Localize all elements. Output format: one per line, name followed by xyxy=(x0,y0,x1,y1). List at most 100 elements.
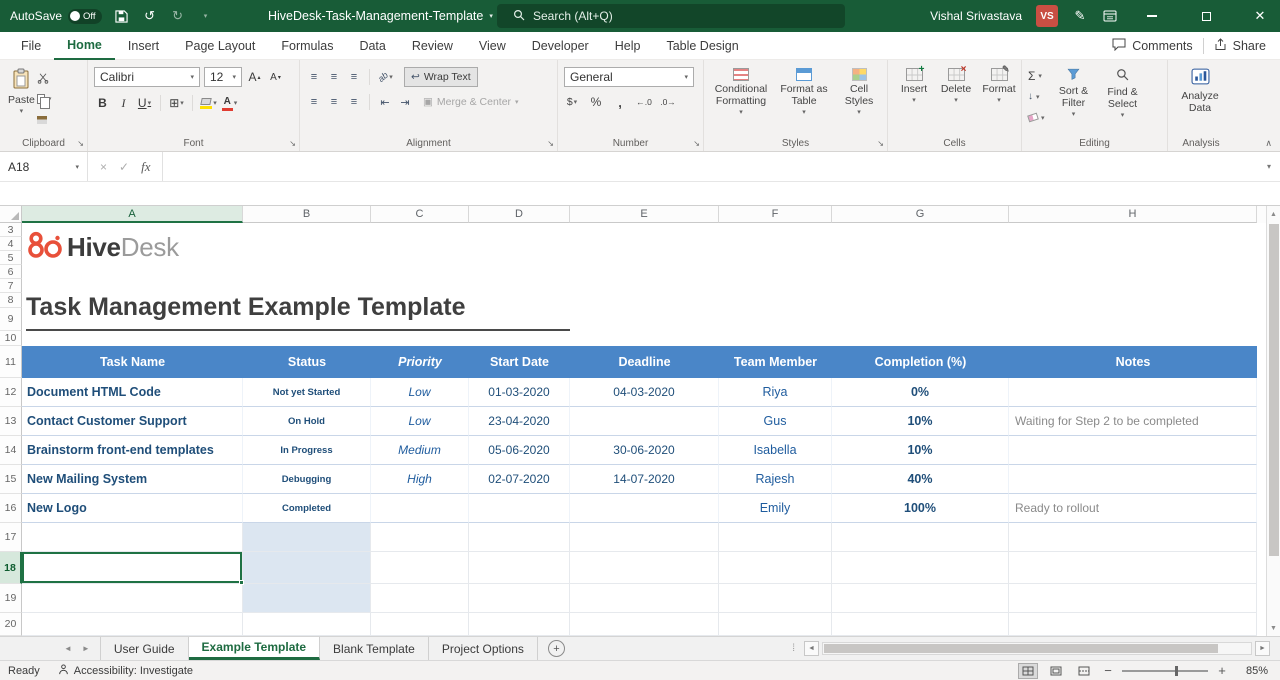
cell-C12[interactable]: Low xyxy=(371,378,469,407)
page-break-view-icon[interactable] xyxy=(1074,663,1094,679)
format-painter-button[interactable] xyxy=(37,112,52,127)
cell-C14[interactable]: Medium xyxy=(371,436,469,465)
cell-B14[interactable]: In Progress xyxy=(243,436,371,465)
user-avatar-badge[interactable]: VS xyxy=(1036,5,1058,27)
underline-button[interactable]: U▾ xyxy=(136,94,153,112)
cell-F18[interactable] xyxy=(719,552,832,584)
clear-button[interactable]: ▾ xyxy=(1028,110,1045,125)
sort-filter-button[interactable]: Sort & Filter ▾ xyxy=(1051,67,1097,120)
ribbon-tab-help[interactable]: Help xyxy=(602,32,654,60)
zoom-level[interactable]: 85% xyxy=(1236,665,1268,677)
expand-formula-bar-icon[interactable]: ▾ xyxy=(1258,152,1280,181)
page-layout-view-icon[interactable] xyxy=(1046,663,1066,679)
undo-icon[interactable]: ↺ xyxy=(142,0,158,32)
align-top-icon[interactable]: ≡ xyxy=(306,71,322,83)
cell-D19[interactable] xyxy=(469,584,570,613)
cancel-entry-icon[interactable]: × xyxy=(100,160,107,174)
percent-style-button[interactable]: % xyxy=(588,94,604,110)
cell-H18[interactable] xyxy=(1009,552,1257,584)
align-middle-icon[interactable]: ≡ xyxy=(326,71,342,83)
fill-button[interactable]: ↓▾ xyxy=(1028,89,1045,104)
redo-icon[interactable]: ↻ xyxy=(170,0,186,32)
cell-D13[interactable]: 23-04-2020 xyxy=(469,407,570,436)
tab-split-handle[interactable]: ⁞ xyxy=(792,643,795,654)
row-header-17[interactable]: 17 xyxy=(0,523,22,552)
row-header-19[interactable]: 19 xyxy=(0,584,22,613)
format-cells-button[interactable]: ✎ Format ▾ xyxy=(978,67,1020,106)
cell-H17[interactable] xyxy=(1009,523,1257,552)
save-icon[interactable] xyxy=(114,0,130,32)
cell-G13[interactable]: 10% xyxy=(832,407,1009,436)
table-header-deadline[interactable]: Deadline xyxy=(570,346,719,378)
cell-E12[interactable]: 04-03-2020 xyxy=(570,378,719,407)
cell-E19[interactable] xyxy=(570,584,719,613)
row-header-3[interactable]: 3 xyxy=(0,223,22,237)
sheet-tab-blank-template[interactable]: Blank Template xyxy=(320,637,429,660)
cell-A16[interactable]: New Logo xyxy=(22,494,243,523)
cell-A12[interactable]: Document HTML Code xyxy=(22,378,243,407)
cell-D18[interactable] xyxy=(469,552,570,584)
cell-B12[interactable]: Not yet Started xyxy=(243,378,371,407)
alignment-dialog-launcher[interactable]: ↘ xyxy=(547,140,554,148)
fill-handle[interactable] xyxy=(239,580,244,585)
cut-button[interactable] xyxy=(37,70,52,85)
align-bottom-icon[interactable]: ≡ xyxy=(346,71,362,83)
cells-row-3[interactable] xyxy=(22,223,1257,237)
cell-B13[interactable]: On Hold xyxy=(243,407,371,436)
merge-center-button[interactable]: ▣Merge & Center▾ xyxy=(423,96,519,108)
cell-G19[interactable] xyxy=(832,584,1009,613)
decrease-font-size-button[interactable]: A▾ xyxy=(267,68,284,86)
cells-row-6[interactable] xyxy=(22,265,1257,279)
row-header-14[interactable]: 14 xyxy=(0,436,22,465)
row-header-11[interactable]: 11 xyxy=(0,346,22,378)
sheet-tab-example-template[interactable]: Example Template xyxy=(189,637,320,660)
vertical-scrollbar[interactable]: ▲ ▼ xyxy=(1266,206,1280,636)
wrap-text-button[interactable]: ↩Wrap Text xyxy=(404,67,478,87)
autosave-toggle[interactable]: AutoSave Off xyxy=(10,9,102,24)
cell-E15[interactable]: 14-07-2020 xyxy=(570,465,719,494)
row-header-10[interactable]: 10 xyxy=(0,331,22,346)
table-header-status[interactable]: Status xyxy=(243,346,371,378)
cell-F20[interactable] xyxy=(719,613,832,636)
row-header-4[interactable]: 4 xyxy=(0,237,22,251)
row-header-7[interactable]: 7 xyxy=(0,279,22,293)
row-header-6[interactable]: 6 xyxy=(0,265,22,279)
sheet-tab-project-options[interactable]: Project Options xyxy=(429,637,538,660)
cell-H13[interactable]: Waiting for Step 2 to be completed xyxy=(1009,407,1257,436)
cell-D17[interactable] xyxy=(469,523,570,552)
normal-view-icon[interactable] xyxy=(1018,663,1038,679)
cell-C19[interactable] xyxy=(371,584,469,613)
cell-E16[interactable] xyxy=(570,494,719,523)
increase-decimal-button[interactable]: ←.0 xyxy=(636,94,652,110)
new-sheet-button[interactable]: + xyxy=(548,640,565,657)
cell-C17[interactable] xyxy=(371,523,469,552)
font-name-combo[interactable]: Calibri▾ xyxy=(94,67,200,87)
zoom-out-button[interactable]: − xyxy=(1102,663,1114,678)
row-header-9[interactable]: 9 xyxy=(0,308,22,331)
ribbon-tab-developer[interactable]: Developer xyxy=(519,32,602,60)
cell-B19[interactable] xyxy=(243,584,371,613)
close-button[interactable]: ✕ xyxy=(1240,0,1280,32)
cell-C15[interactable]: High xyxy=(371,465,469,494)
insert-function-icon[interactable]: fx xyxy=(141,159,150,175)
cell-G18[interactable] xyxy=(832,552,1009,584)
cell-B17[interactable] xyxy=(243,523,371,552)
cell-D20[interactable] xyxy=(469,613,570,636)
zoom-in-button[interactable]: + xyxy=(1216,663,1228,678)
column-header-F[interactable]: F xyxy=(719,206,832,223)
analyze-data-button[interactable]: Analyze Data xyxy=(1174,67,1226,115)
minimize-button[interactable] xyxy=(1132,0,1172,32)
cell-A14[interactable]: Brainstorm front-end templates xyxy=(22,436,243,465)
cell-F12[interactable]: Riya xyxy=(719,378,832,407)
copy-button[interactable]: ▾ xyxy=(37,91,52,106)
cell-F17[interactable] xyxy=(719,523,832,552)
sheet-tab-user-guide[interactable]: User Guide xyxy=(100,637,189,660)
user-name[interactable]: Vishal Srivastava xyxy=(930,9,1022,23)
table-header-completion[interactable]: Completion (%) xyxy=(832,346,1009,378)
font-color-button[interactable]: A▾ xyxy=(221,94,238,112)
horizontal-scrollbar[interactable] xyxy=(822,642,1252,655)
row-header-12[interactable]: 12 xyxy=(0,378,22,407)
fill-color-button[interactable]: ▾ xyxy=(200,94,217,112)
ribbon-tab-page-layout[interactable]: Page Layout xyxy=(172,32,268,60)
cell-A15[interactable]: New Mailing System xyxy=(22,465,243,494)
